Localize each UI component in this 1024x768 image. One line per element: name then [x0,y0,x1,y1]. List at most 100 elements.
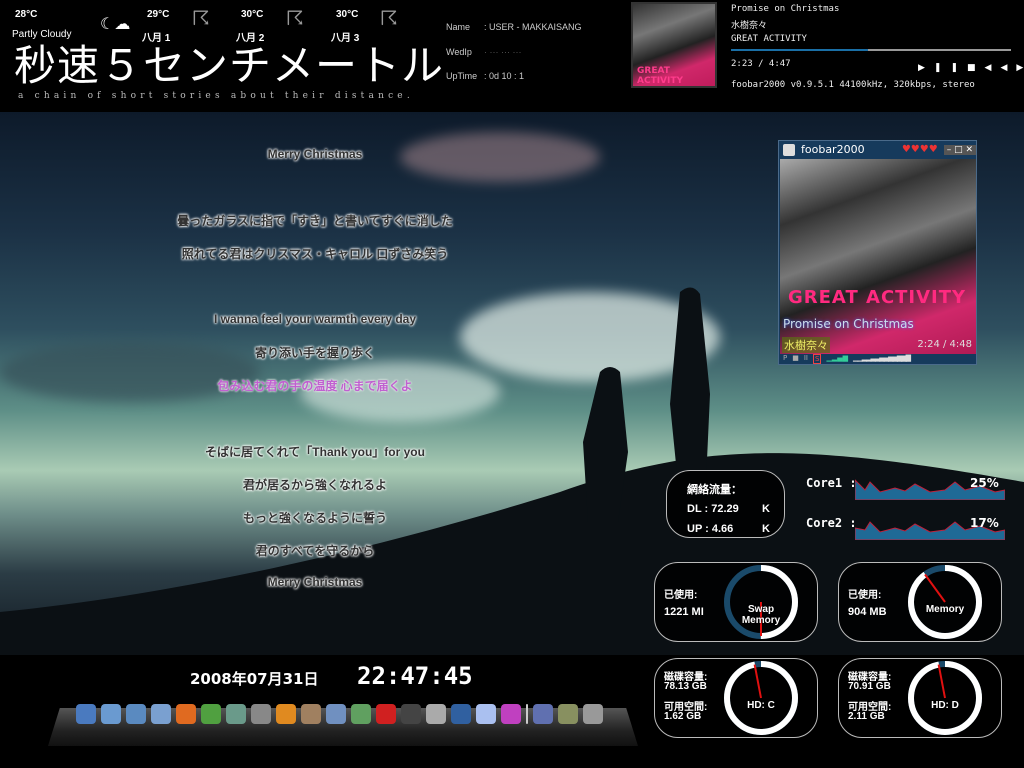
mini-button[interactable]: II [804,354,808,364]
album-art-text: GREAT ACTIVITY [637,66,684,86]
my-computer-icon[interactable] [76,704,96,724]
mini-album-art: GREAT ACTIVITY Promise on Christmas 水樹奈々… [780,159,976,354]
upload-speed: UP : 4.66 [687,523,734,535]
wallpaper-icon[interactable] [533,704,553,724]
network-title: 網絡流量： [687,484,742,496]
core-label: Core1 : [806,476,857,490]
capacity-value: 70.91 GB [848,681,891,692]
track-time: 2:23 / 4:47 [731,59,791,69]
gauge-needle [924,573,946,603]
free-value: 1.62 GB [664,711,702,722]
folder-pictures-icon[interactable] [151,704,171,724]
tool-icon[interactable] [301,704,321,724]
eye-icon[interactable] [226,704,246,724]
title-subtitle: a chain of short stories about their dis… [18,91,414,101]
ip-label: WedIp [446,47,472,57]
orb-icon[interactable] [558,704,578,724]
mini-buttons: P ■ II S ▁▂▄▆ ▁▁▂▂▃▃▄▄▅▅▆▆▇ [783,354,911,364]
lyric-line: 照れてる君はクリスマス・キャロル 口ずさみ笑う [181,247,449,261]
lyric-line: Merry Christmas [267,575,363,589]
track-artist: 水樹奈々 [731,21,768,31]
track-title: Promise on Christmas [731,4,840,14]
current-condition: Partly Cloudy [12,29,72,40]
spectrum-visualizer: ▁▁▂▂▃▃▄▄▅▅▆▆▇ [853,354,911,362]
current-temp: 28°C [15,9,38,20]
progress-bar[interactable] [731,49,1011,51]
progress-fill [731,49,869,51]
network-icon[interactable] [351,704,371,724]
download-unit: K [762,503,770,515]
disk-gauge [908,661,982,735]
foobar-icon [783,143,795,156]
usb-icon[interactable] [583,704,603,724]
thunderstorm-icon: ☈ [192,6,210,30]
title-bar[interactable]: foobar2000 ♥♥♥♥ – □ ✕ [779,141,976,158]
minimize-icon[interactable]: – [947,145,952,155]
rating-hearts[interactable]: ♥♥♥♥ [902,144,938,155]
maximize-icon[interactable]: □ [954,145,963,155]
gauge-label: Swap Memory [741,604,781,626]
gauge-label: HD: D [931,700,959,711]
xfire-icon[interactable] [326,704,346,724]
core-label: Core2 : [806,516,857,530]
moon-cloud-icon: ☾☁ [100,14,131,33]
alien-icon[interactable] [251,704,271,724]
volume-bars[interactable]: ▁▂▄▆ [826,354,848,364]
folder-icon[interactable] [101,704,121,724]
window-controls: – □ ✕ [943,144,976,155]
butterfly-icon[interactable] [476,704,496,724]
lyric-line: 君のすべてを守るから [255,544,375,558]
close-icon[interactable]: ✕ [965,145,973,155]
gauge-needle [937,664,946,699]
mini-album-text: GREAT ACTIVITY [788,287,967,308]
previous-icon[interactable]: ◀◀ [985,63,1017,73]
gauge-label: Memory [925,604,965,615]
mini-track: Promise on Christmas [783,317,914,331]
time-display: 22:47:45 [357,662,473,690]
msn-messenger-icon[interactable] [201,704,221,724]
avatar-icon[interactable] [401,704,421,724]
codec-info: foobar2000 v0.9.5.1 44100kHz, 320kbps, s… [731,80,975,90]
name-label: Name [446,22,471,32]
pause-icon[interactable]: ❚❚ [934,63,967,73]
used-value: 904 MB [848,606,887,618]
track-album: GREAT ACTIVITY [731,34,807,44]
vlc-icon[interactable] [276,704,296,724]
mini-button[interactable]: ■ [792,354,799,364]
thunderstorm-icon: ☈ [286,6,304,30]
foobar-mini-window[interactable]: foobar2000 ♥♥♥♥ – □ ✕ GREAT ACTIVITY Pro… [778,140,977,365]
lyric-line: もっと強くなるように誓う [242,511,387,525]
memory-gauge [908,565,982,639]
dock-icons [76,704,608,724]
mini-button[interactable]: S [813,354,822,364]
mini-artist: 水樹奈々 [782,337,830,353]
counter-strike-icon[interactable] [426,704,446,724]
linux-icon[interactable] [451,704,471,724]
date-display: 2008年07月31日 [190,670,319,688]
mini-button[interactable]: P [783,354,787,364]
core-percent: 25% [970,476,999,490]
play-icon[interactable]: ▶ [918,63,934,73]
memory-gauge [724,565,798,639]
uptime-value: : 0d 10 : 1 [484,71,525,81]
playback-controls: ▶❚❚■◀◀▶▶ [918,63,1024,73]
next-icon[interactable]: ▶▶ [1016,63,1024,73]
lyric-line: 包み込む君の手の温度 心まで届くよ [217,379,413,393]
folder-music-icon[interactable] [126,704,146,724]
funnel-icon[interactable] [501,704,521,724]
used-value: 1221 MI [664,606,704,618]
lyric-line: 寄り添い手を握り歩く [254,346,375,360]
gauge-needle [753,664,762,699]
network-widget: 網絡流量： DL : 72.29 K UP : 4.66 K [666,470,785,538]
lyric-line: 君が居るから強くなれるよ [242,478,387,492]
thunderstorm-icon: ☈ [380,6,398,30]
stop-icon[interactable]: ■ [967,63,985,73]
separator-icon [526,704,528,724]
gauge-label: HD: C [747,700,775,711]
window-title: foobar2000 [801,143,865,156]
ip-value: · ··· ··· ··· [484,47,522,57]
uptime-label: UpTime [446,71,478,81]
capacity-value: 78.13 GB [664,681,707,692]
wings-icon[interactable] [376,704,396,724]
firefox-icon[interactable] [176,704,196,724]
